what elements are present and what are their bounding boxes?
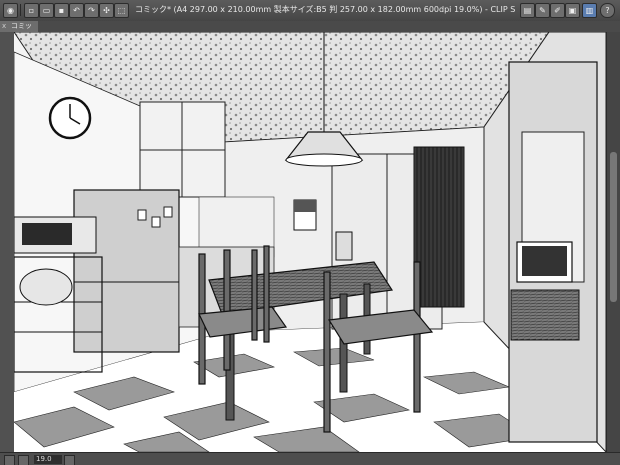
vertical-scrollbar[interactable] <box>606 32 620 452</box>
toolbar-separator <box>20 4 21 16</box>
title-bar: ◉ ▫ ▭ ▪ ↶ ↷ ✣ ⬚ コミック* (A4 297.00 x 210.0… <box>0 0 620 22</box>
redo-icon[interactable]: ↷ <box>84 3 99 18</box>
tab-document[interactable]: x コミック <box>0 21 38 41</box>
zoom-level-field[interactable]: 19.0 <box>34 455 62 464</box>
zoom-icon[interactable] <box>18 455 29 465</box>
transform-icon[interactable]: ✣ <box>99 3 114 18</box>
open-file-icon[interactable]: ▭ <box>39 3 54 18</box>
status-bar: 19.0 <box>0 452 620 465</box>
left-ruler <box>0 32 15 452</box>
layer-icon[interactable]: ▤ <box>520 3 535 18</box>
undo-icon[interactable]: ↶ <box>69 3 84 18</box>
scrollbar-thumb[interactable] <box>610 152 617 302</box>
fit-page-icon[interactable] <box>64 455 75 465</box>
help-icon[interactable]: ? <box>600 3 615 18</box>
select-icon[interactable]: ⬚ <box>114 3 129 18</box>
eye-icon[interactable]: ◉ <box>3 3 18 18</box>
brush-icon[interactable]: ✎ <box>535 3 550 18</box>
window-title: コミック* (A4 297.00 x 210.00mm 製本サイズ:B5 判 2… <box>135 5 515 14</box>
canvas-area[interactable] <box>14 32 606 452</box>
new-file-icon[interactable]: ▫ <box>24 3 39 18</box>
save-icon[interactable]: ▪ <box>54 3 69 18</box>
close-tab-icon[interactable]: x <box>2 22 8 30</box>
layout-icon[interactable]: ▥ <box>582 3 597 18</box>
rotate-left-icon[interactable] <box>4 455 15 465</box>
pen-icon[interactable]: ✐ <box>550 3 565 18</box>
comic-page-illustration <box>14 32 606 452</box>
fill-icon[interactable]: ▣ <box>565 3 580 18</box>
